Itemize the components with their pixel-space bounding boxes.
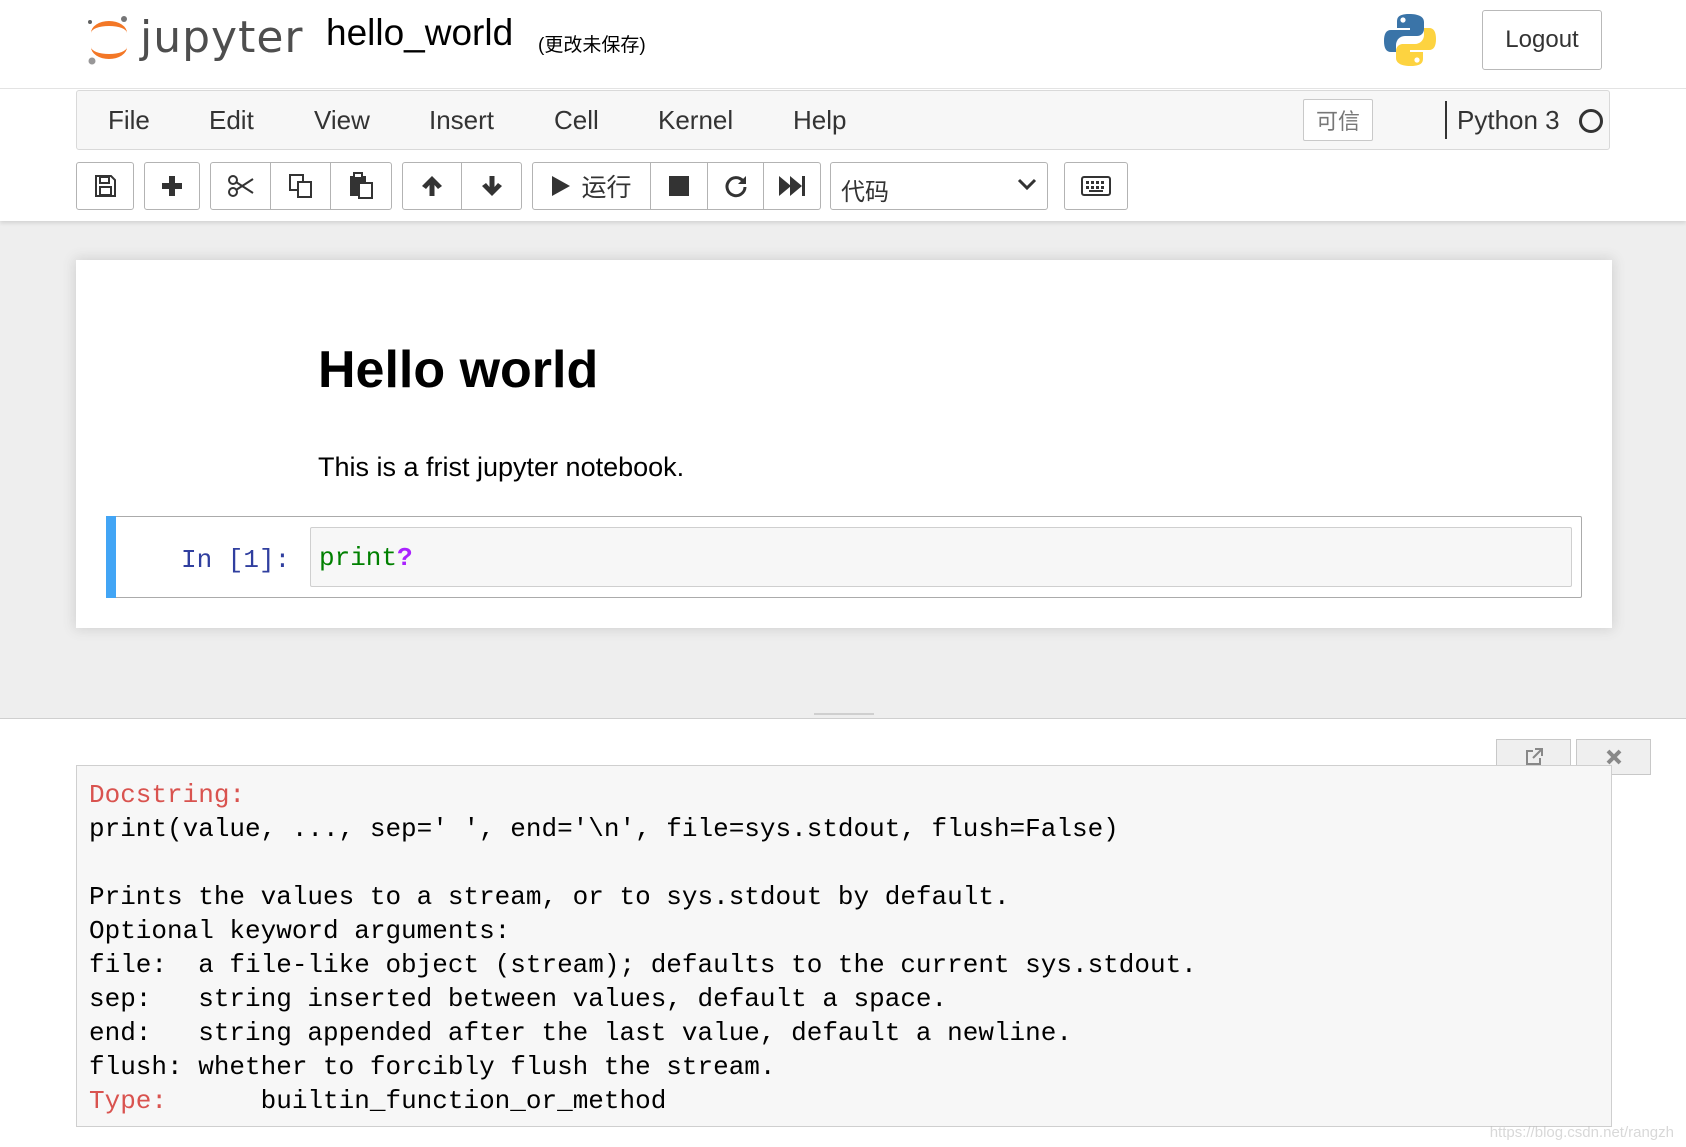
input-prompt: In [1]: xyxy=(181,545,291,575)
save-status: (更改未保存) xyxy=(538,35,646,56)
jupyter-logo-icon xyxy=(88,16,127,65)
cell-type-value: 代码 xyxy=(841,178,889,206)
markdown-paragraph: This is a frist jupyter notebook. xyxy=(318,452,685,482)
cell-type-select[interactable]: 代码 xyxy=(830,162,1048,210)
menu-kernel[interactable]: Kernel xyxy=(658,105,733,136)
selected-cell-indicator xyxy=(106,516,116,598)
menu-help[interactable]: Help xyxy=(793,105,846,136)
close-icon xyxy=(1606,749,1621,765)
docstring-label: Docstring: xyxy=(89,780,246,810)
run-label: 运行 xyxy=(581,173,632,202)
paste-icon xyxy=(350,172,373,199)
code-function-token: print xyxy=(319,543,398,573)
external-link-icon xyxy=(1525,748,1543,765)
code-cell[interactable]: In [1]: print? xyxy=(106,516,1582,598)
type-value: builtin_function_or_method xyxy=(260,1086,667,1116)
type-line: Type: builtin_function_or_method xyxy=(89,1084,1599,1118)
toolbar: 运行 代码 xyxy=(0,160,1686,212)
pager-resize-handle[interactable] xyxy=(814,713,874,715)
save-icon xyxy=(95,175,116,197)
move-down-button[interactable] xyxy=(461,162,522,210)
docstring-param: sep: string inserted between values, def… xyxy=(89,984,948,1014)
interrupt-button[interactable] xyxy=(650,162,708,210)
notebook-name[interactable]: hello_world xyxy=(326,12,513,54)
menu-file[interactable]: File xyxy=(108,105,150,136)
copy-button[interactable] xyxy=(270,162,331,210)
plus-icon xyxy=(162,176,182,196)
docstring-param: file: a file-like object (stream); defau… xyxy=(89,950,1197,980)
insert-cell-button[interactable] xyxy=(144,162,200,210)
logout-button[interactable]: Logout xyxy=(1482,10,1602,70)
trusted-badge[interactable]: 可信 xyxy=(1303,99,1373,141)
chevron-down-icon xyxy=(1017,178,1037,191)
pager-content: Docstring: print(value, ..., sep=' ', en… xyxy=(76,765,1612,1127)
arrow-down-icon xyxy=(481,176,502,196)
cut-button[interactable] xyxy=(210,162,271,210)
menu-view[interactable]: View xyxy=(314,105,370,136)
type-label: Type: xyxy=(89,1086,168,1116)
python-logo-icon xyxy=(1382,12,1438,73)
stop-icon xyxy=(669,176,689,196)
docstring-param: end: string appended after the last valu… xyxy=(89,1018,1072,1048)
restart-icon xyxy=(725,176,746,198)
keyboard-icon xyxy=(1081,176,1111,196)
play-icon xyxy=(552,176,571,196)
header-top-bar: jupyter hello_world (更改未保存) Logout xyxy=(0,0,1686,89)
code-editor[interactable]: print? xyxy=(310,527,1572,587)
fast-forward-icon xyxy=(779,176,805,196)
jupyter-logo[interactable]: jupyter xyxy=(86,10,304,70)
command-palette-button[interactable] xyxy=(1064,162,1128,210)
code-operator-token: ? xyxy=(397,543,413,573)
markdown-heading: Hello world xyxy=(318,341,599,399)
menubar: File Edit View Insert Cell Kernel Help 可… xyxy=(76,90,1610,150)
menu-cell[interactable]: Cell xyxy=(554,105,599,136)
docstring-optional-header: Optional keyword arguments: xyxy=(89,916,511,946)
restart-button[interactable] xyxy=(707,162,764,210)
run-button[interactable]: 运行 xyxy=(532,162,651,210)
move-up-button[interactable] xyxy=(402,162,462,210)
kernel-separator xyxy=(1445,101,1447,139)
notebook-container: Hello world This is a frist jupyter note… xyxy=(76,260,1612,628)
docstring-description: Prints the values to a stream, or to sys… xyxy=(89,882,1010,912)
jupyter-logo-text: jupyter xyxy=(140,11,304,63)
pager-panel: Docstring: print(value, ..., sep=' ', en… xyxy=(0,713,1686,1147)
arrow-up-icon xyxy=(422,176,442,196)
paste-button[interactable] xyxy=(330,162,392,210)
kernel-name[interactable]: Python 3 xyxy=(1457,105,1560,136)
save-button[interactable] xyxy=(76,162,134,210)
header: jupyter hello_world (更改未保存) Logout File … xyxy=(0,0,1686,221)
function-signature: print(value, ..., sep=' ', end='\n', fil… xyxy=(89,814,1119,844)
copy-icon xyxy=(288,174,312,198)
restart-run-all-button[interactable] xyxy=(763,162,821,210)
menu-edit[interactable]: Edit xyxy=(209,105,254,136)
watermark: https://blog.csdn.net/rangzh xyxy=(1489,1124,1674,1141)
kernel-status-indicator-icon xyxy=(1579,109,1603,133)
cut-icon xyxy=(227,175,254,197)
docstring-param: flush: whether to forcibly flush the str… xyxy=(89,1052,776,1082)
menu-insert[interactable]: Insert xyxy=(429,105,494,136)
